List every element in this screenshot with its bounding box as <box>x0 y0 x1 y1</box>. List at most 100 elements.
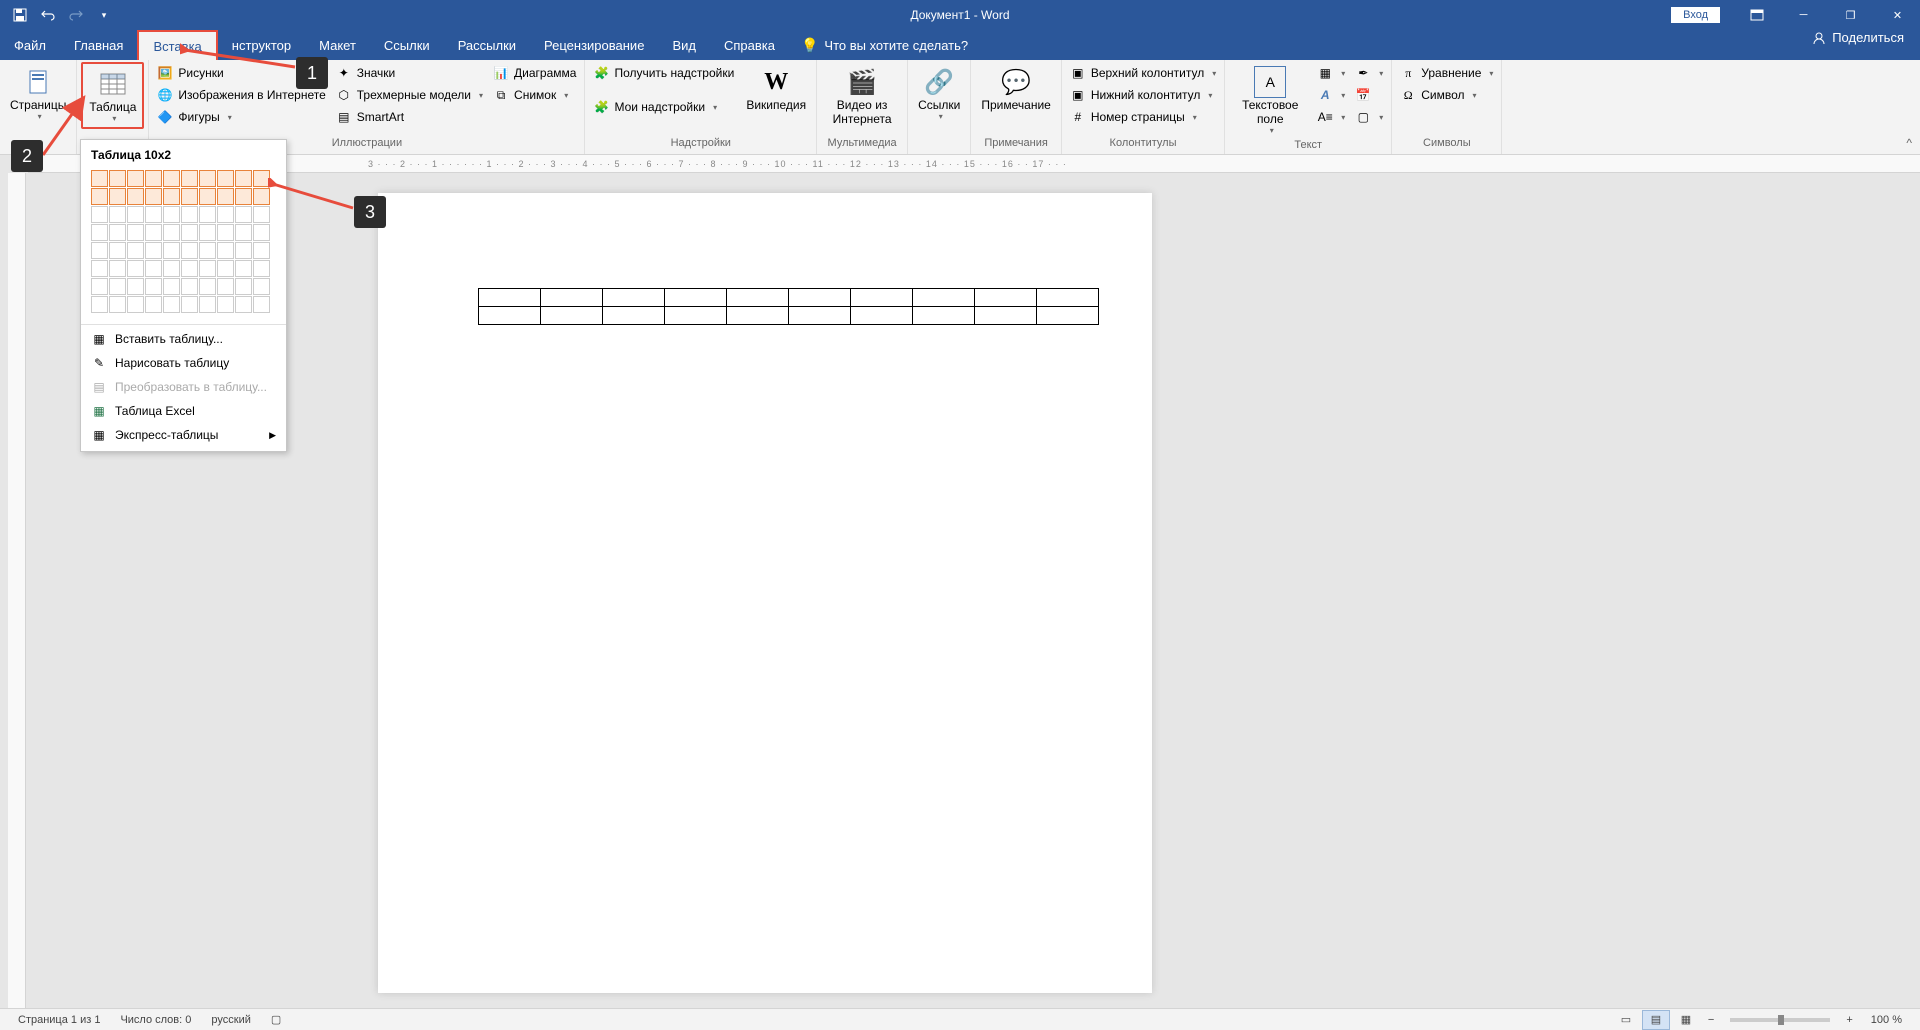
grid-cell[interactable] <box>199 296 216 313</box>
zoom-level[interactable]: 100 % <box>1861 1014 1912 1026</box>
grid-cell[interactable] <box>217 278 234 295</box>
shapes-button[interactable]: 🔷Фигуры▾ <box>153 106 329 128</box>
tab-references[interactable]: Ссылки <box>370 30 444 60</box>
grid-cell[interactable] <box>145 170 162 187</box>
grid-cell[interactable] <box>91 188 108 205</box>
excel-spreadsheet-item[interactable]: ▦Таблица Excel <box>81 399 286 423</box>
grid-cell[interactable] <box>217 224 234 241</box>
page-number-button[interactable]: #Номер страницы▾ <box>1066 106 1220 128</box>
tab-mailings[interactable]: Рассылки <box>444 30 530 60</box>
grid-cell[interactable] <box>217 296 234 313</box>
grid-cell[interactable] <box>109 260 126 277</box>
grid-cell[interactable] <box>145 206 162 223</box>
page-count[interactable]: Страница 1 из 1 <box>8 1014 110 1026</box>
equation-button[interactable]: πУравнение▾ <box>1396 62 1497 84</box>
grid-cell[interactable] <box>253 242 270 259</box>
grid-cell[interactable] <box>199 242 216 259</box>
header-button[interactable]: ▣Верхний колонтитул▾ <box>1066 62 1220 84</box>
grid-cell[interactable] <box>91 296 108 313</box>
grid-cell[interactable] <box>91 260 108 277</box>
web-layout-button[interactable]: ▦ <box>1672 1010 1700 1030</box>
grid-cell[interactable] <box>163 224 180 241</box>
tab-help[interactable]: Справка <box>710 30 789 60</box>
grid-cell[interactable] <box>163 260 180 277</box>
print-layout-button[interactable]: ▤ <box>1642 1010 1670 1030</box>
table-cell[interactable] <box>479 289 541 307</box>
grid-cell[interactable] <box>109 170 126 187</box>
grid-cell[interactable] <box>109 188 126 205</box>
grid-cell[interactable] <box>109 224 126 241</box>
grid-cell[interactable] <box>235 296 252 313</box>
grid-cell[interactable] <box>127 188 144 205</box>
grid-cell[interactable] <box>217 260 234 277</box>
datetime-button[interactable]: 📅 <box>1351 84 1387 106</box>
grid-cell[interactable] <box>253 296 270 313</box>
table-cell[interactable] <box>727 307 789 325</box>
grid-cell[interactable] <box>127 224 144 241</box>
online-video-button[interactable]: 🎬 Видео из Интернета <box>821 62 903 130</box>
draw-table-item[interactable]: ✎Нарисовать таблицу <box>81 351 286 375</box>
grid-cell[interactable] <box>181 278 198 295</box>
table-cell[interactable] <box>727 289 789 307</box>
grid-cell[interactable] <box>199 224 216 241</box>
table-cell[interactable] <box>1037 289 1099 307</box>
grid-cell[interactable] <box>127 278 144 295</box>
grid-cell[interactable] <box>127 242 144 259</box>
quick-parts-button[interactable]: ▦▾ <box>1313 62 1349 84</box>
read-mode-button[interactable]: ▭ <box>1612 1010 1640 1030</box>
grid-cell[interactable] <box>145 260 162 277</box>
grid-cell[interactable] <box>91 170 108 187</box>
grid-cell[interactable] <box>181 260 198 277</box>
grid-cell[interactable] <box>127 296 144 313</box>
grid-cell[interactable] <box>145 188 162 205</box>
close-button[interactable]: ✕ <box>1875 0 1920 30</box>
grid-cell[interactable] <box>181 206 198 223</box>
table-cell[interactable] <box>789 307 851 325</box>
grid-cell[interactable] <box>253 260 270 277</box>
grid-cell[interactable] <box>127 170 144 187</box>
table-cell[interactable] <box>665 307 727 325</box>
wikipedia-button[interactable]: W Википедия <box>740 62 812 116</box>
grid-cell[interactable] <box>235 242 252 259</box>
tab-file[interactable]: Файл <box>0 30 60 60</box>
table-cell[interactable] <box>1037 307 1099 325</box>
grid-cell[interactable] <box>199 188 216 205</box>
grid-cell[interactable] <box>163 170 180 187</box>
table-grid-picker[interactable] <box>81 166 286 322</box>
grid-cell[interactable] <box>217 188 234 205</box>
textbox-button[interactable]: A Текстовое поле ▾ <box>1229 62 1311 139</box>
grid-cell[interactable] <box>127 260 144 277</box>
tell-me-search[interactable]: 💡 Что вы хотите сделать? <box>789 30 968 60</box>
object-button[interactable]: ▢▾ <box>1351 106 1387 128</box>
table-cell[interactable] <box>975 289 1037 307</box>
3d-models-button[interactable]: ⬡Трехмерные модели▾ <box>332 84 487 106</box>
my-addins-button[interactable]: 🧩Мои надстройки▾ <box>589 96 738 118</box>
table-button[interactable]: Таблица ▾ <box>81 62 144 129</box>
grid-cell[interactable] <box>127 206 144 223</box>
grid-cell[interactable] <box>109 296 126 313</box>
page[interactable] <box>378 193 1152 993</box>
footer-button[interactable]: ▣Нижний колонтитул▾ <box>1066 84 1220 106</box>
grid-cell[interactable] <box>109 206 126 223</box>
table-cell[interactable] <box>603 289 665 307</box>
save-button[interactable] <box>8 3 32 27</box>
language[interactable]: русский <box>201 1014 260 1026</box>
comment-button[interactable]: 💬 Примечание <box>975 62 1056 116</box>
grid-cell[interactable] <box>145 278 162 295</box>
table-cell[interactable] <box>975 307 1037 325</box>
grid-cell[interactable] <box>235 170 252 187</box>
grid-cell[interactable] <box>181 188 198 205</box>
grid-cell[interactable] <box>145 296 162 313</box>
zoom-slider[interactable] <box>1730 1018 1830 1022</box>
table-cell[interactable] <box>913 289 975 307</box>
grid-cell[interactable] <box>163 188 180 205</box>
login-button[interactable]: Вход <box>1671 7 1720 23</box>
collapse-ribbon-button[interactable]: ^ <box>1906 136 1912 150</box>
grid-cell[interactable] <box>91 242 108 259</box>
table-cell[interactable] <box>541 307 603 325</box>
redo-button[interactable] <box>64 3 88 27</box>
ribbon-display-options-button[interactable] <box>1734 0 1779 30</box>
table-cell[interactable] <box>789 289 851 307</box>
tab-view[interactable]: Вид <box>658 30 710 60</box>
grid-cell[interactable] <box>163 242 180 259</box>
